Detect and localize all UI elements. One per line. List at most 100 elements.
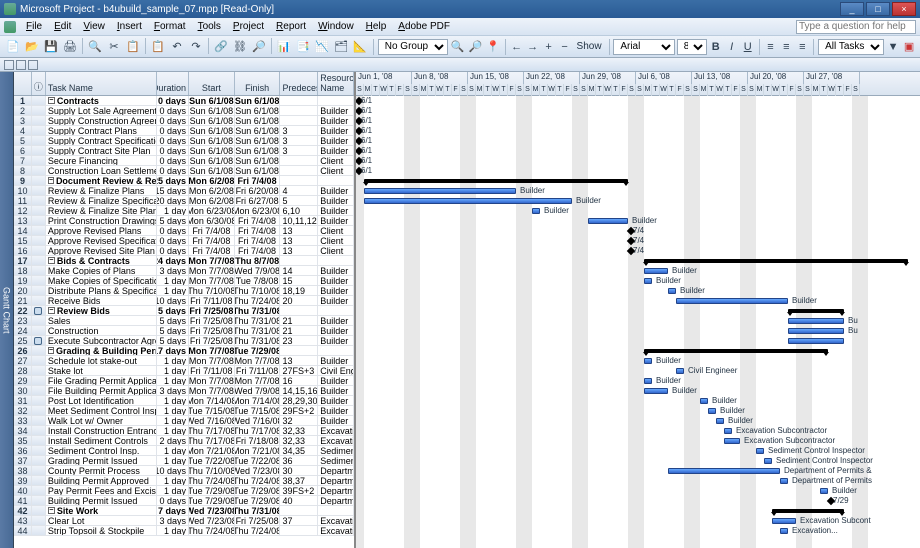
task-bar[interactable] — [788, 328, 844, 334]
row-taskname[interactable]: Supply Contract Plans — [46, 126, 157, 135]
row-pred[interactable]: 27FS+3 days — [280, 366, 318, 375]
row-start[interactable]: Mon 7/7/08 — [189, 376, 235, 385]
task-bar[interactable] — [644, 268, 668, 274]
row-taskname[interactable]: Make Copies of Plans — [46, 266, 157, 275]
row-res[interactable]: Builder — [318, 336, 354, 345]
outline-toggle[interactable]: − — [48, 177, 54, 184]
toolbar-icon-1[interactable]: 📂 — [23, 38, 41, 56]
toolbar-icon-8[interactable]: ↶ — [168, 38, 186, 56]
row-start[interactable]: Wed 7/23/08 — [189, 506, 235, 515]
task-bar[interactable] — [788, 318, 844, 324]
table-row[interactable]: 2Supply Lot Sale Agreement0 daysSun 6/1/… — [14, 106, 354, 116]
row-start[interactable]: Fri 7/25/08 — [189, 326, 235, 335]
row-start[interactable]: Sun 6/1/08 — [189, 116, 235, 125]
row-res[interactable]: Excavation Sub — [318, 516, 354, 525]
toolbar-icon-13[interactable]: 📊 — [275, 38, 293, 56]
row-finish[interactable]: Thu 7/24/08 — [235, 526, 281, 535]
row-finish[interactable]: Fri 7/4/08 — [235, 236, 281, 245]
row-taskname[interactable]: Receive Bids — [46, 296, 157, 305]
row-pred[interactable]: 4 — [280, 186, 318, 195]
tb2-icon[interactable] — [28, 60, 38, 70]
row-duration[interactable]: 24 days — [157, 256, 189, 265]
row-pred[interactable]: 29FS+2 days,28 — [280, 406, 318, 415]
row-start[interactable]: Fri 7/25/08 — [189, 316, 235, 325]
table-row[interactable]: 10Review & Finalize Plans15 daysMon 6/2/… — [14, 186, 354, 196]
table-row[interactable]: 7Secure Financing0 daysSun 6/1/08Sun 6/1… — [14, 156, 354, 166]
row-pred[interactable] — [280, 96, 318, 105]
group-select[interactable]: No Group — [378, 39, 448, 55]
row-taskname[interactable]: Review & Finalize Site Plan — [46, 206, 157, 215]
table-row[interactable]: 35Install Sediment Controls2 daysThu 7/1… — [14, 436, 354, 446]
row-res[interactable] — [318, 256, 354, 265]
row-taskname[interactable]: County Permit Process — [46, 466, 157, 475]
row-duration[interactable]: 5 days — [157, 306, 189, 315]
task-bar[interactable] — [644, 378, 652, 384]
row-taskname[interactable]: Supply Contract Specifications — [46, 136, 157, 145]
toolbar-icon-15[interactable]: 📉 — [313, 38, 331, 56]
indent-icon[interactable]: → — [526, 38, 540, 56]
goto-task-icon[interactable]: 📍 — [485, 38, 501, 56]
row-pred[interactable] — [280, 306, 318, 315]
table-row[interactable]: 26−Grading & Building Permits17 daysMon … — [14, 346, 354, 356]
row-start[interactable]: Mon 7/7/08 — [189, 346, 235, 355]
summary-bar[interactable] — [644, 259, 908, 263]
row-start[interactable]: Tue 7/29/08 — [189, 496, 235, 505]
row-pred[interactable]: 6,10 — [280, 206, 318, 215]
toolbar-icon-10[interactable]: 🔗 — [212, 38, 230, 56]
menu-view[interactable]: View — [77, 20, 111, 33]
row-res[interactable]: Builder — [318, 296, 354, 305]
table-row[interactable]: 32Meet Sediment Control Inspector1 dayTu… — [14, 406, 354, 416]
row-start[interactable]: Thu 7/24/08 — [189, 476, 235, 485]
row-pred[interactable]: 13 — [280, 236, 318, 245]
task-bar[interactable] — [364, 198, 572, 204]
row-duration[interactable]: 1 day — [157, 396, 189, 405]
row-res[interactable]: Client — [318, 246, 354, 255]
col-res[interactable]: Resource Name — [318, 72, 354, 95]
row-finish[interactable]: Thu 7/17/08 — [235, 426, 281, 435]
row-finish[interactable]: Fri 7/11/08 — [235, 366, 281, 375]
row-duration[interactable]: 0 days — [157, 246, 189, 255]
row-res[interactable]: Builder — [318, 416, 354, 425]
row-pred[interactable] — [280, 116, 318, 125]
show-label[interactable]: Show — [574, 41, 605, 52]
row-pred[interactable]: 36 — [280, 456, 318, 465]
row-pred[interactable]: 38,37 — [280, 476, 318, 485]
row-finish[interactable]: Mon 7/21/08 — [235, 446, 281, 455]
row-taskname[interactable]: Approve Revised Plans — [46, 226, 157, 235]
row-res[interactable]: Builder — [318, 216, 354, 225]
table-row[interactable]: 17−Bids & Contracts24 daysMon 7/7/08Thu … — [14, 256, 354, 266]
row-pred[interactable] — [280, 346, 318, 355]
table-row[interactable]: 30File Building Permit Application3 days… — [14, 386, 354, 396]
row-pred[interactable] — [280, 176, 318, 185]
row-taskname[interactable]: Building Permit Approved — [46, 476, 157, 485]
task-bar[interactable] — [724, 428, 732, 434]
col-pred[interactable]: Predecessors — [280, 72, 318, 95]
row-finish[interactable]: Mon 7/14/08 — [235, 396, 281, 405]
row-duration[interactable]: 15 days — [157, 186, 189, 195]
row-start[interactable]: Mon 6/30/08 — [189, 216, 235, 225]
pdf-icon[interactable]: ▣ — [902, 38, 916, 56]
table-row[interactable]: 1−Contracts0 daysSun 6/1/08Sun 6/1/08 — [14, 96, 354, 106]
table-row[interactable]: 29File Grading Permit Application1 dayMo… — [14, 376, 354, 386]
row-finish[interactable]: Tue 7/29/08 — [235, 346, 281, 355]
row-duration[interactable]: 0 days — [157, 126, 189, 135]
menu-insert[interactable]: Insert — [111, 20, 148, 33]
row-res[interactable]: Builder — [318, 376, 354, 385]
row-start[interactable]: Sun 6/1/08 — [189, 146, 235, 155]
row-res[interactable]: Excavation Sub — [318, 526, 354, 535]
task-bar[interactable] — [756, 448, 764, 454]
row-duration[interactable]: 0 days — [157, 496, 189, 505]
row-res[interactable]: Builder — [318, 146, 354, 155]
task-bar[interactable] — [724, 438, 740, 444]
row-res[interactable]: Builder — [318, 326, 354, 335]
row-taskname[interactable]: Schedule lot stake-out — [46, 356, 157, 365]
table-row[interactable]: 33Walk Lot w/ Owner1 dayWed 7/16/08Wed 7… — [14, 416, 354, 426]
row-finish[interactable]: Thu 7/24/08 — [235, 296, 281, 305]
timescale[interactable]: Jun 1, '08SMTWTFSJun 8, '08SMTWTFSJun 15… — [356, 72, 920, 96]
toolbar-icon-3[interactable]: 🖨 — [61, 38, 79, 56]
table-row[interactable]: 8Construction Loan Settlement0 daysSun 6… — [14, 166, 354, 176]
zoom-in-icon[interactable]: 🔎 — [467, 38, 483, 56]
row-pred[interactable]: 21 — [280, 316, 318, 325]
task-bar[interactable] — [588, 218, 628, 224]
row-taskname[interactable]: −Document Review & Revision — [46, 176, 157, 185]
